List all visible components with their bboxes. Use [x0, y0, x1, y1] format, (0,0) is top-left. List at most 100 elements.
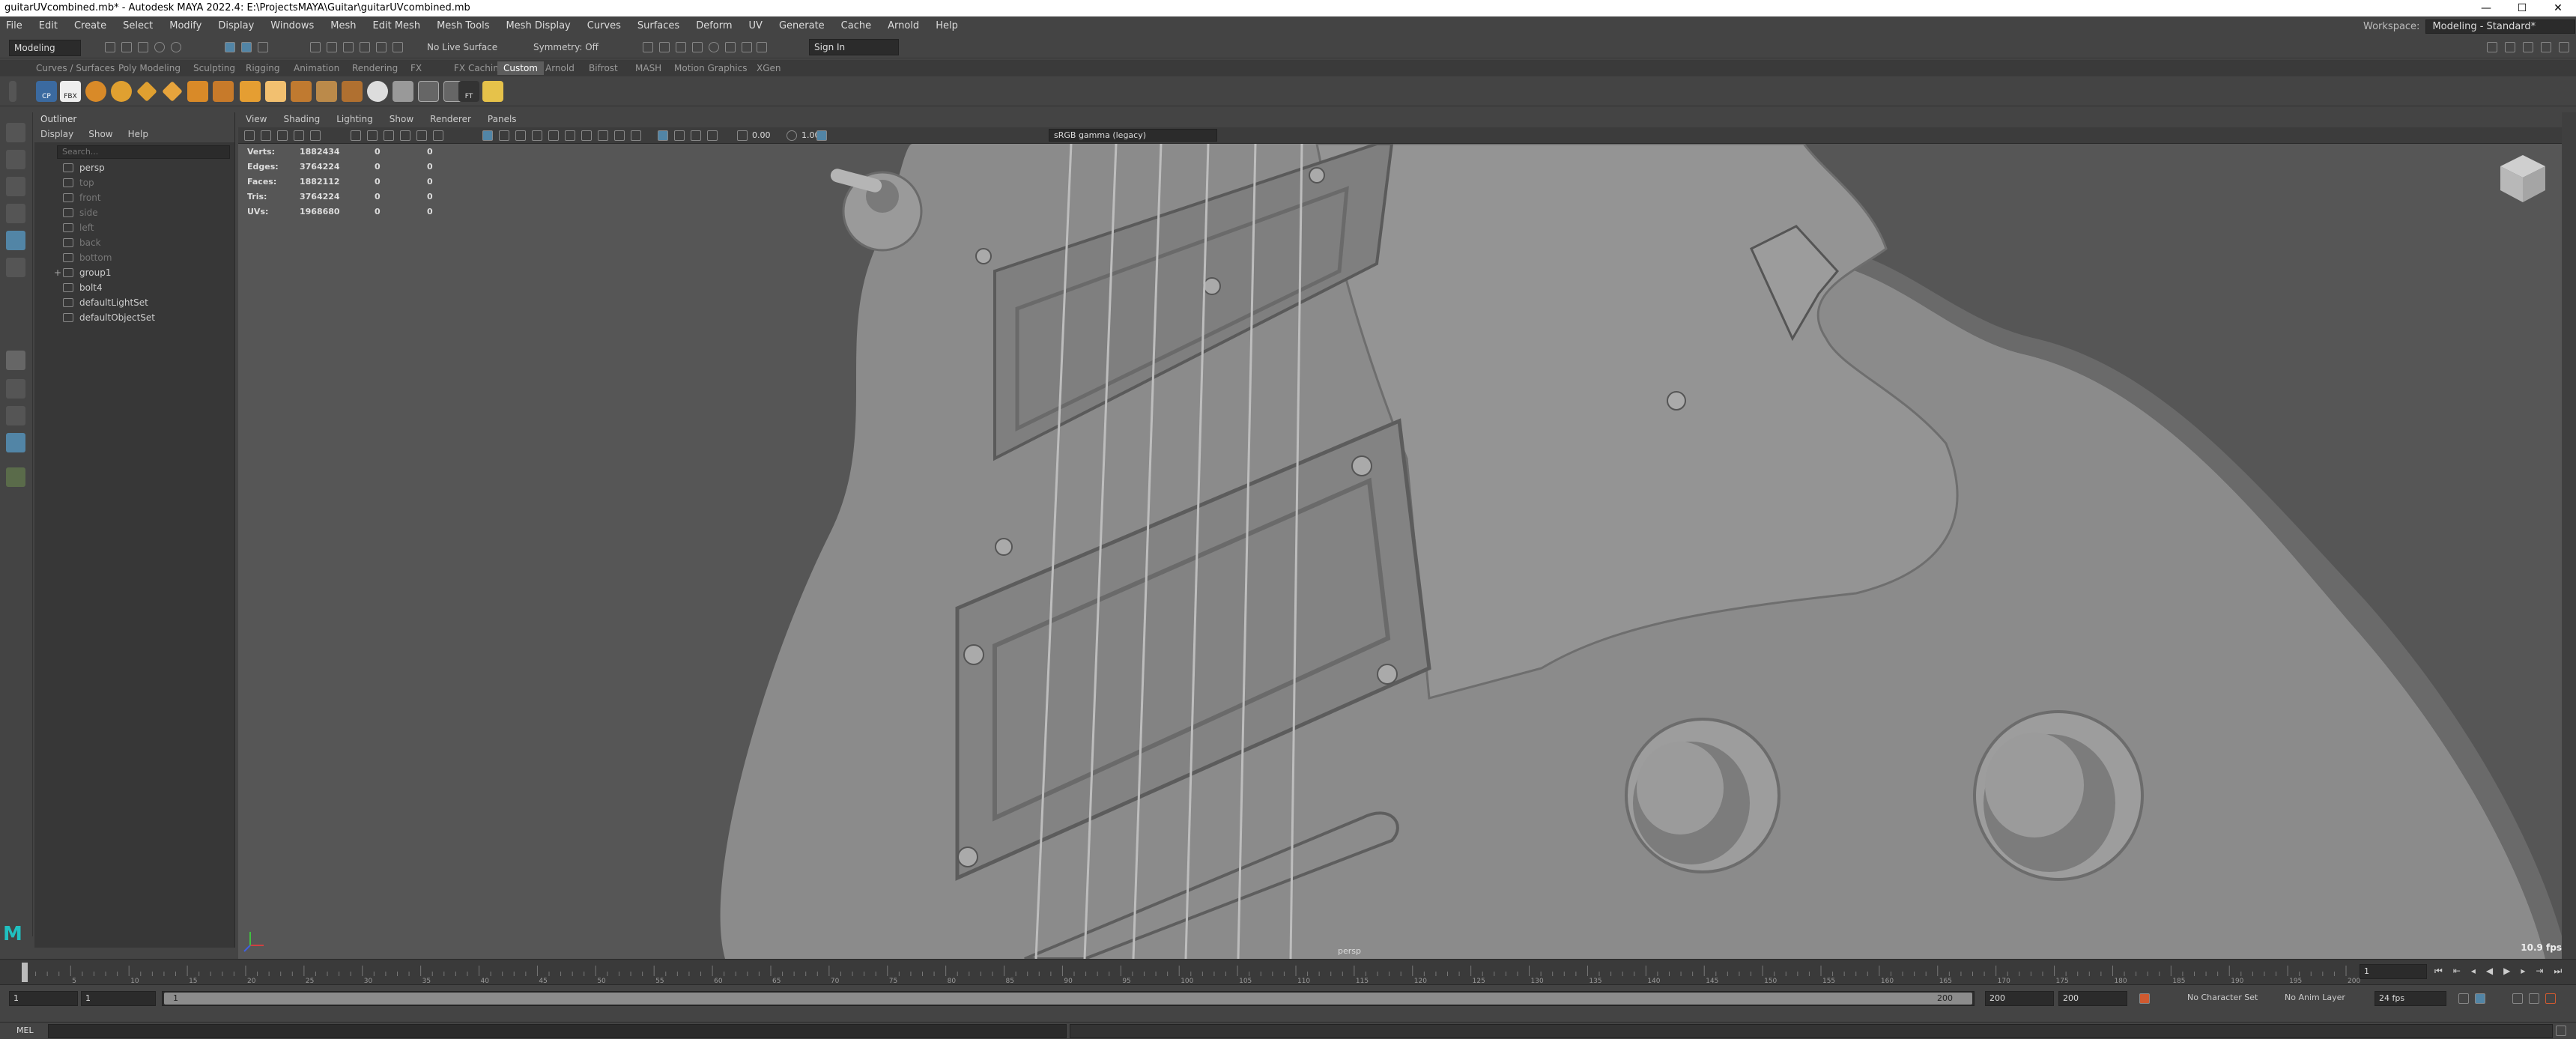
outliner-item-defaultlightset[interactable]: defaultLightSet [34, 295, 234, 310]
hypershade-icon[interactable] [709, 42, 719, 52]
panel-menu-show[interactable]: Show [390, 114, 413, 126]
menu-item-select[interactable]: Select [123, 20, 153, 31]
render-settings-icon[interactable] [692, 42, 703, 52]
xray-joints-icon[interactable] [691, 130, 701, 141]
wireframe-icon[interactable] [482, 130, 493, 141]
step-forward-frame-icon[interactable]: ▸ [2521, 966, 2525, 977]
four-view-layout-icon[interactable] [6, 379, 25, 399]
outliner-layout-icon[interactable] [6, 433, 25, 452]
outliner-item-top[interactable]: top [34, 175, 234, 190]
snap-surface-icon[interactable] [360, 42, 370, 52]
menu-item-help[interactable]: Help [936, 20, 958, 31]
menu-item-edit-mesh[interactable]: Edit Mesh [373, 20, 421, 31]
loop-icon[interactable] [2458, 993, 2469, 1004]
shelf-tab-xgen[interactable]: XGen [757, 63, 781, 73]
playback-start-field[interactable]: 1 [81, 991, 156, 1006]
render-icon[interactable] [659, 42, 670, 52]
shelf-options-icon[interactable] [9, 81, 16, 102]
menu-item-modify[interactable]: Modify [169, 20, 201, 31]
single-perspective-layout-icon[interactable] [6, 351, 25, 370]
shelf-tab-motion-graphics[interactable]: Motion Graphics [674, 63, 748, 73]
minimize-button[interactable]: — [2468, 0, 2504, 16]
time-slider[interactable]: 5 10 15 20 25 30 35 40 45 50 55 60 65 70 75 80 85 90 95 100… [0, 959, 2576, 984]
snap-grid-icon[interactable] [310, 42, 321, 52]
outliner-menu-display[interactable]: Display [40, 129, 73, 141]
arnold-render-icon[interactable] [725, 42, 736, 52]
anim-layer-dropdown[interactable]: No Anim Layer [2285, 993, 2345, 1002]
sign-in-dropdown[interactable]: Sign In [809, 39, 899, 55]
select-tool-icon[interactable] [6, 123, 25, 142]
perspective-viewport[interactable]: Verts: 1882434 0 0 Edges: 3764224 0 0 Faces: 1882… [238, 144, 2571, 959]
close-button[interactable]: ✕ [2540, 0, 2576, 16]
outliner-menu-show[interactable]: Show [88, 129, 112, 141]
scene-start-field[interactable]: 1 [9, 991, 78, 1006]
shelf-tab-fx[interactable]: FX [410, 63, 422, 73]
select-by-hierarchy-icon[interactable] [225, 42, 235, 52]
panel-menu-view[interactable]: View [246, 114, 267, 126]
keying-icon[interactable] [2545, 993, 2556, 1004]
cp-shelf-icon[interactable]: CP [36, 81, 57, 102]
multi-cut-shelf-icon[interactable] [342, 81, 363, 102]
combine-shelf-icon[interactable] [291, 81, 312, 102]
fps-dropdown[interactable]: 24 fps [2375, 991, 2446, 1006]
exposure-field[interactable]: 0.00 [752, 130, 771, 140]
shelf-tab-rigging[interactable]: Rigging [246, 63, 279, 73]
go-to-end-icon[interactable]: ⏭ [2554, 966, 2562, 977]
range-slider-handle[interactable]: 1 200 [164, 993, 1972, 1005]
move-tool-icon[interactable] [6, 204, 25, 223]
ipr-render-icon[interactable] [676, 42, 686, 52]
menu-item-surfaces[interactable]: Surfaces [637, 20, 679, 31]
scene-end-field[interactable]: 200 [2058, 991, 2127, 1006]
grid-shelf-icon[interactable] [418, 81, 439, 102]
lasso-tool-icon[interactable] [6, 150, 25, 169]
step-back-frame-icon[interactable]: ◂ [2471, 966, 2476, 977]
menu-item-curves[interactable]: Curves [587, 20, 621, 31]
menu-item-mesh-display[interactable]: Mesh Display [506, 20, 570, 31]
select-by-object-icon[interactable] [241, 42, 252, 52]
ft-shelf-icon[interactable]: FT [458, 81, 479, 102]
torus-shelf-icon[interactable] [111, 81, 132, 102]
modeling-toolkit-icon[interactable] [2487, 42, 2497, 52]
outliner-item-group1[interactable]: + group1 [34, 265, 234, 280]
script-shelf-icon[interactable] [482, 81, 503, 102]
step-back-key-icon[interactable]: ⇤ [2453, 966, 2461, 977]
bookmarks-icon[interactable] [277, 130, 288, 141]
paint-select-tool-icon[interactable] [6, 177, 25, 196]
outliner-item-defaultobjectset[interactable]: defaultObjectSet [34, 310, 234, 325]
view-transform-dropdown[interactable]: sRGB gamma (legacy) [1049, 129, 1217, 142]
fbx-shelf-icon[interactable]: FBX [60, 81, 81, 102]
outliner-item-front[interactable]: front [34, 190, 234, 205]
workspace-dropdown[interactable]: Modeling - Standard* [2425, 19, 2576, 34]
expand-icon[interactable]: + [54, 265, 61, 280]
outliner-item-bolt4[interactable]: bolt4 [34, 280, 234, 295]
new-scene-icon[interactable] [105, 42, 115, 52]
depth-of-field-icon[interactable] [631, 130, 641, 141]
textured-icon[interactable] [532, 130, 542, 141]
menu-item-display[interactable]: Display [218, 20, 254, 31]
gamma-icon[interactable] [787, 130, 797, 141]
script-editor-icon[interactable] [2556, 1026, 2566, 1036]
grid-toggle-icon[interactable] [351, 130, 361, 141]
gate-mask-icon[interactable] [400, 130, 410, 141]
menu-item-mesh-tools[interactable]: Mesh Tools [437, 20, 489, 31]
range-slider[interactable]: 1 200 [162, 991, 1975, 1006]
go-to-start-icon[interactable]: ⏮ [2434, 966, 2443, 977]
tool-settings-icon[interactable] [2523, 42, 2533, 52]
panel-menu-lighting[interactable]: Lighting [336, 114, 373, 126]
shelf-tab-mash[interactable]: MASH [635, 63, 661, 73]
time-ruler[interactable]: 5 10 15 20 25 30 35 40 45 50 55 60 65 70 75 80 85 90 95 100… [16, 961, 2376, 984]
resolution-gate-icon[interactable] [384, 130, 394, 141]
two-view-layout-icon[interactable] [6, 406, 25, 425]
channel-box-side-tab[interactable] [2562, 112, 2576, 959]
exposure-icon[interactable] [737, 130, 748, 141]
shelf-tab-rendering[interactable]: Rendering [352, 63, 398, 73]
scale-tool-icon[interactable] [6, 258, 25, 277]
menu-item-deform[interactable]: Deform [696, 20, 732, 31]
menu-item-cache[interactable]: Cache [841, 20, 871, 31]
camera-attributes-icon[interactable] [261, 130, 271, 141]
menu-item-file[interactable]: File [6, 20, 22, 31]
diamond-shelf-icon[interactable] [136, 81, 157, 102]
pencil-shelf-icon[interactable] [393, 81, 413, 102]
plane-shelf-icon[interactable] [162, 81, 183, 102]
auto-key-icon[interactable] [2139, 993, 2150, 1004]
